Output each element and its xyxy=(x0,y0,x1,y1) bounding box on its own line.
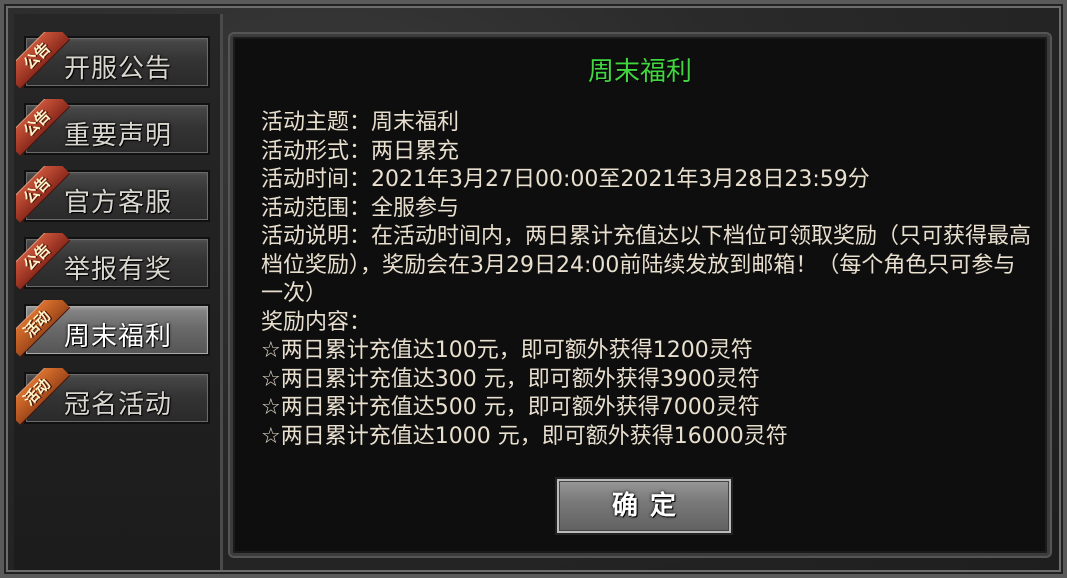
content-line: 活动主题：周末福利 xyxy=(261,110,460,135)
badge-label: 公告 xyxy=(16,166,71,224)
notice-content[interactable]: 活动主题：周末福利 活动形式：两日累充 活动时间：2021年3月27日00:00… xyxy=(261,109,1031,449)
notice-window: 公告 开服公告 公告 重要声明 公告 官方客服 公告 举报有奖 活动 周末福利 … xyxy=(0,0,1067,578)
reward-heading: 奖励内容： xyxy=(261,309,372,335)
tab-server-open-notice[interactable]: 公告 开服公告 xyxy=(16,32,210,90)
content-line: 活动时间：2021年3月27日00:00至2021年3月28日23:59分 xyxy=(261,167,870,192)
content-line: 活动形式：两日累充 xyxy=(261,138,460,164)
reward-item: ☆两日累计充值达500 元，即可额外获得7000灵符 xyxy=(261,395,760,420)
content-panel: 周末福利 活动主题：周末福利 活动形式：两日累充 活动时间：2021年3月27日… xyxy=(230,34,1050,556)
tab-label: 官方客服 xyxy=(64,188,173,218)
badge-label: 公告 xyxy=(16,32,71,90)
tab-label: 举报有奖 xyxy=(64,255,173,285)
tab-official-support[interactable]: 公告 官方客服 xyxy=(16,166,210,224)
content-line: 活动范围：全服参与 xyxy=(261,195,460,221)
tab-label: 周末福利 xyxy=(64,322,173,352)
badge-label: 公告 xyxy=(16,99,71,157)
badge-label: 公告 xyxy=(16,233,71,291)
tab-important-statement[interactable]: 公告 重要声明 xyxy=(16,99,210,157)
event-description: 活动说明：在活动时间内，两日累计充值达以下档位可领取奖励（只可获得最高档位奖励）… xyxy=(261,224,1031,306)
confirm-button[interactable]: 确定 xyxy=(555,477,733,535)
tab-label: 重要声明 xyxy=(64,121,173,151)
reward-item: ☆两日累计充值达1000 元，即可额外获得16000灵符 xyxy=(261,423,788,449)
reward-item: ☆两日累计充值达300 元，即可额外获得3900灵符 xyxy=(261,366,760,392)
reward-item: ☆两日累计充值达100元，即可额外获得1200灵符 xyxy=(261,338,753,363)
tab-weekend-welfare[interactable]: 活动 周末福利 xyxy=(16,300,210,358)
badge-label: 活动 xyxy=(16,368,71,426)
tab-label: 冠名活动 xyxy=(64,390,173,420)
badge-label: 活动 xyxy=(16,300,71,358)
tab-report-reward[interactable]: 公告 举报有奖 xyxy=(16,233,210,291)
tab-label: 开服公告 xyxy=(64,54,173,84)
panel-title: 周末福利 xyxy=(587,57,692,87)
tab-naming-event[interactable]: 活动 冠名活动 xyxy=(16,368,210,426)
